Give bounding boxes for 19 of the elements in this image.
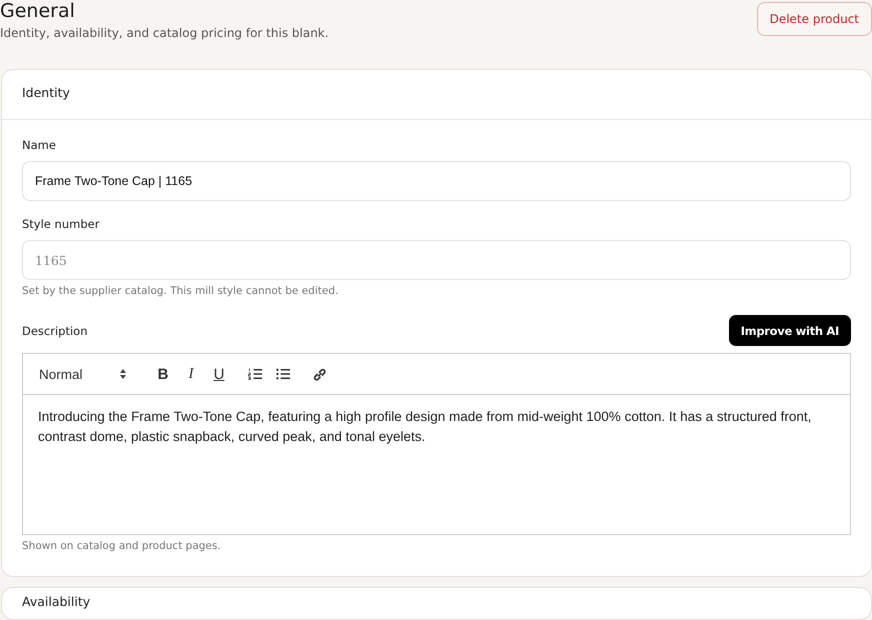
style-number-field: 1165 (22, 240, 851, 280)
field-label: Description (22, 324, 88, 338)
field-hint: Shown on catalog and product pages. (22, 540, 222, 552)
underline-button[interactable]: U (205, 362, 233, 386)
page-title: General (0, 0, 76, 22)
italic-button[interactable]: I (177, 362, 205, 386)
card-title: Identity (2, 70, 871, 120)
bold-button[interactable]: B (149, 362, 177, 386)
field-hint: Set by the supplier catalog. This mill style cannot be edited. (22, 285, 340, 297)
up-down-caret-icon (119, 368, 127, 380)
page-subtitle: Identity, availability, and catalog pricing for this blank. (0, 26, 329, 40)
delete-product-button[interactable]: Delete product (756, 2, 872, 36)
field-label: Style number (22, 217, 100, 231)
field-label: Name (22, 138, 57, 152)
improve-with-ai-button[interactable]: Improve with AI (728, 315, 851, 346)
card-title: Availability (21, 593, 92, 611)
format-dropdown[interactable]: Normal (39, 366, 127, 382)
name-field[interactable]: Frame Two-Tone Cap | 1165 (22, 161, 851, 201)
description-text: Introducing the Frame Two-Tone Cap, featuring a high profile design made from mid-weight 100% cotton. It has a structured front, contrast dome, plastic snapback, curved peak, and tonal eyelets. (37, 408, 812, 446)
